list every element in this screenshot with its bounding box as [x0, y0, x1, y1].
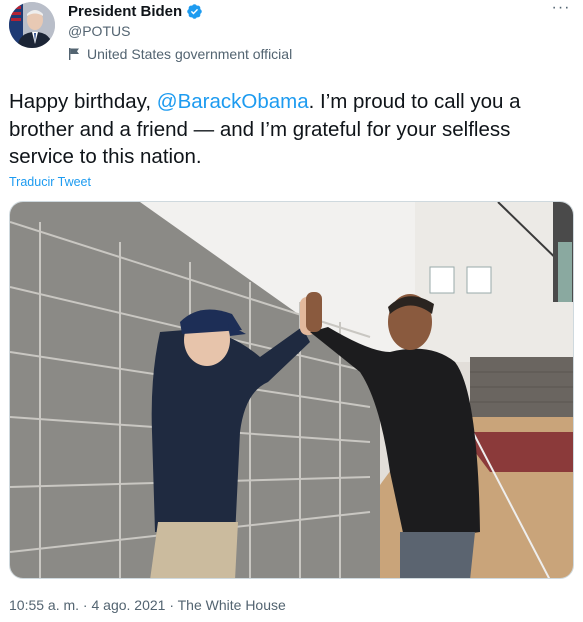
verified-badge-icon	[186, 3, 203, 20]
mention-link[interactable]: @BarackObama	[157, 90, 309, 113]
tweet-timestamp[interactable]: 10:55 a. m. · 4 ago. 2021 · The White Ho…	[9, 597, 286, 613]
avatar-image	[9, 2, 55, 48]
tweet-photo[interactable]	[9, 201, 574, 579]
flag-icon	[68, 47, 81, 61]
author-name[interactable]: President Biden	[68, 3, 182, 20]
author-name-row[interactable]: President Biden	[68, 3, 203, 20]
government-label: United States government official	[68, 46, 292, 62]
photo-image	[10, 202, 573, 578]
avatar[interactable]	[9, 2, 55, 48]
government-label-text: United States government official	[87, 46, 293, 62]
tweet-header: President Biden @POTUS United States gov…	[0, 0, 583, 70]
tweet-text: Happy birthday, @BarackObama. I’m proud …	[9, 88, 574, 171]
translate-tweet-link[interactable]: Traducir Tweet	[9, 175, 91, 189]
more-options-icon[interactable]: ···	[549, 0, 573, 18]
author-handle[interactable]: @POTUS	[68, 23, 130, 39]
tweet-text-start: Happy birthday,	[9, 90, 157, 113]
